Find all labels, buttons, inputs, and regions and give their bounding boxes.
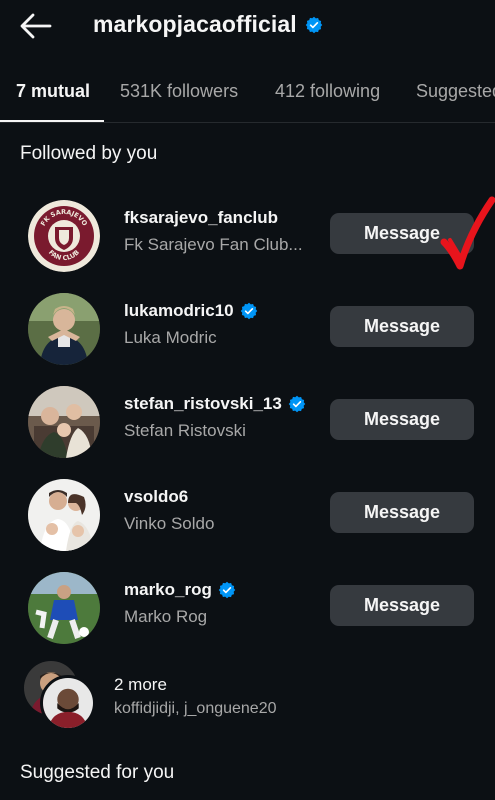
football-photo-icon xyxy=(28,572,100,644)
username-text: stefan_ristovski_13 xyxy=(124,394,282,413)
avatar[interactable] xyxy=(28,479,100,551)
profile-mutual-followers-screen: markopjacaofficial 7 mutual 531K followe… xyxy=(0,0,495,800)
person-photo-icon xyxy=(43,678,93,728)
account-fullname: Luka Modric xyxy=(124,328,217,347)
back-arrow-icon xyxy=(20,13,52,39)
account-row[interactable]: lukamodric10 Luka Modric Message xyxy=(0,286,495,379)
username-text: lukamodric10 xyxy=(124,301,234,320)
verified-badge-icon xyxy=(240,302,257,320)
account-fullname: Marko Rog xyxy=(124,607,208,626)
verified-badge-icon xyxy=(218,581,236,599)
profile-title: markopjacaofficial xyxy=(93,11,323,38)
tab-following[interactable]: 412 following xyxy=(275,81,380,102)
top-bar: markopjacaofficial xyxy=(0,0,495,56)
avatar[interactable]: FK SARAJEVO FAN CLUB xyxy=(28,200,100,272)
account-username: lukamodric10 xyxy=(124,300,258,322)
account-username: stefan_ristovski_13 xyxy=(124,393,306,415)
verified-badge-icon xyxy=(305,16,323,33)
person-photo-icon xyxy=(28,293,100,365)
account-names[interactable]: lukamodric10 Luka Modric xyxy=(124,300,258,348)
account-names[interactable]: vsoldo6 Vinko Soldo xyxy=(124,486,214,534)
section-title-followed: Followed by you xyxy=(20,143,158,164)
username-text: vsoldo6 xyxy=(124,487,189,506)
group-photo-icon xyxy=(28,386,100,458)
account-row[interactable]: stefan_ristovski_13 Stefan Ristovski Mes… xyxy=(0,379,495,472)
account-names[interactable]: marko_rog Marko Rog xyxy=(124,579,236,627)
account-row[interactable]: vsoldo6 Vinko Soldo Message xyxy=(0,472,495,565)
tab-suggested[interactable]: Suggested xyxy=(416,81,495,102)
account-names[interactable]: fksarajevo_fanclub Fk Sarajevo Fan Club.… xyxy=(124,207,303,255)
message-button[interactable]: Message xyxy=(330,306,474,347)
message-button[interactable]: Message xyxy=(330,492,474,533)
account-fullname: Vinko Soldo xyxy=(124,514,215,533)
more-mutuals-text: 2 more koffidjidji, j_onguene20 xyxy=(114,675,277,718)
avatar[interactable] xyxy=(28,293,100,365)
more-names: koffidjidji, j_onguene20 xyxy=(114,700,277,717)
account-username: marko_rog xyxy=(124,579,236,601)
username-text: marko_rog xyxy=(124,580,212,599)
avatar[interactable] xyxy=(28,386,100,458)
more-mutuals-row[interactable]: 2 more koffidjidji, j_onguene20 xyxy=(0,655,495,735)
tabs-divider xyxy=(0,122,495,123)
tab-bar: 7 mutual 531K followers 412 following Su… xyxy=(0,68,495,124)
avatar[interactable] xyxy=(28,572,100,644)
back-button[interactable] xyxy=(18,10,54,42)
section-title-suggested: Suggested for you xyxy=(20,762,175,783)
account-username: vsoldo6 xyxy=(124,486,214,508)
account-fullname: Fk Sarajevo Fan Club... xyxy=(124,235,303,254)
account-row[interactable]: marko_rog Marko Rog Message xyxy=(0,565,495,658)
verified-badge-icon xyxy=(288,395,306,413)
tab-followers[interactable]: 531K followers xyxy=(120,81,238,102)
profile-username: markopjacaofficial xyxy=(93,11,297,37)
message-button[interactable]: Message xyxy=(330,399,474,440)
avatar xyxy=(40,675,96,731)
fk-sarajevo-logo-icon: FK SARAJEVO FAN CLUB xyxy=(28,200,100,272)
account-fullname: Stefan Ristovski xyxy=(124,421,246,440)
username-text: fksarajevo_fanclub xyxy=(124,208,279,227)
message-button[interactable]: Message xyxy=(330,213,474,254)
more-count: 2 more xyxy=(114,675,167,694)
message-button[interactable]: Message xyxy=(330,585,474,626)
account-row[interactable]: FK SARAJEVO FAN CLUB fksarajevo_fanclub … xyxy=(0,193,495,286)
account-username: fksarajevo_fanclub xyxy=(124,207,303,229)
tab-mutual[interactable]: 7 mutual xyxy=(16,81,90,102)
family-photo-icon xyxy=(28,479,100,551)
account-names[interactable]: stefan_ristovski_13 Stefan Ristovski xyxy=(124,393,306,441)
